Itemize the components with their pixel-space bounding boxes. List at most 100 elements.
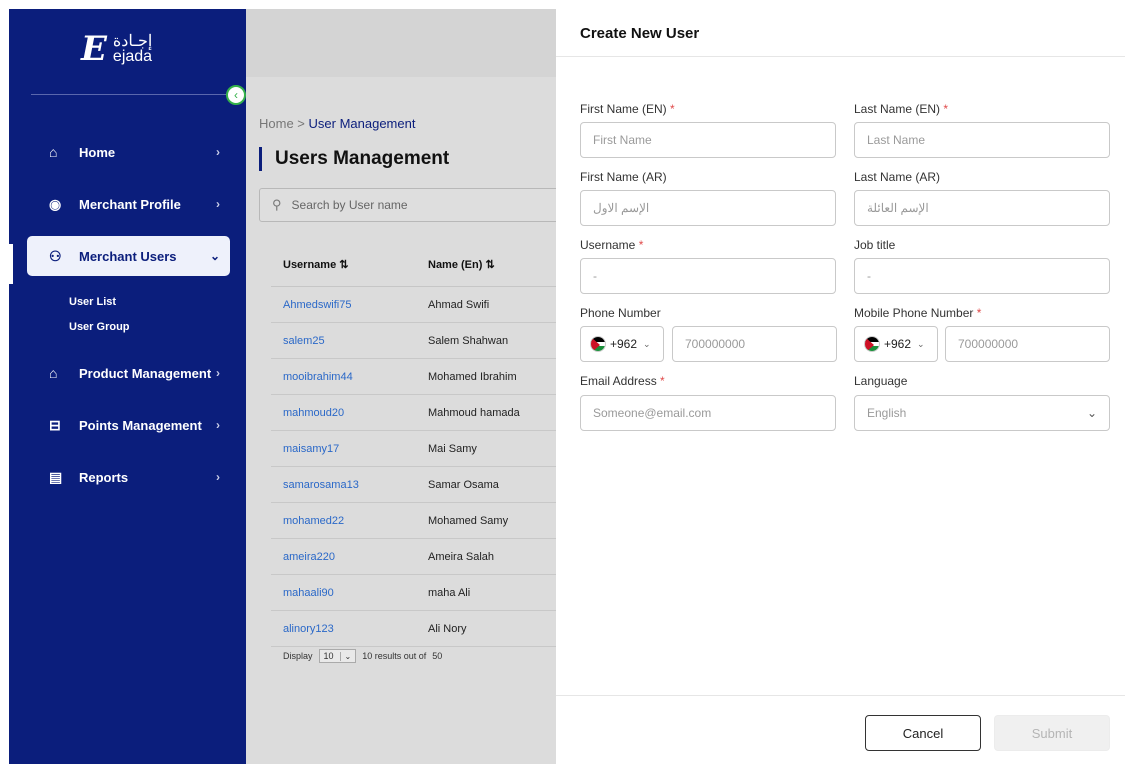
drawer-divider [556, 56, 1125, 57]
username-link[interactable]: mohamed22 [271, 515, 428, 527]
username-link[interactable]: Ahmedswifi75 [271, 299, 428, 311]
chevron-down-icon: ⌄ [643, 338, 651, 349]
first-name-ar-field[interactable]: الإسم الاول [580, 190, 836, 226]
last-name-en-label: Last Name (EN) * [854, 102, 949, 116]
username-label: Username * [580, 238, 644, 252]
phone-country-code-select[interactable]: +962 ⌄ [580, 326, 664, 362]
phone-number-label: Phone Number [580, 306, 661, 320]
sidebar-subitem-user-group[interactable]: User Group [69, 321, 130, 333]
email-label: Email Address * [580, 374, 665, 388]
table-row: Ahmedswifi75 Ahmad Swifi [271, 287, 556, 323]
required-marker: * [943, 102, 949, 116]
users-table: Username ⇅ Name (En) ⇅ Ahmedswifi75 Ahmad… [271, 242, 556, 647]
username-link[interactable]: mahmoud20 [271, 407, 428, 419]
language-label: Language [854, 374, 908, 388]
phone-country-code: +962 [610, 337, 638, 351]
name-cell: Ali Nory [428, 622, 467, 635]
table-row: maisamy17 Mai Samy [271, 431, 556, 467]
chevron-left-icon: ‹ [234, 88, 238, 102]
last-name-en-field[interactable]: Last Name [854, 122, 1110, 158]
username-link[interactable]: alinory123 [271, 623, 428, 635]
username-link[interactable]: maisamy17 [271, 443, 428, 455]
sidebar-item-product-management[interactable]: ⌂ Product Management › [27, 353, 230, 393]
language-value: English [867, 406, 907, 420]
phone-number-placeholder: 700000000 [685, 337, 746, 351]
pager-display-label: Display [283, 651, 313, 661]
sidebar-collapse-button[interactable]: ‹ [226, 85, 246, 105]
first-name-ar-label: First Name (AR) [580, 170, 667, 184]
mobile-country-code-select[interactable]: +962 ⌄ [854, 326, 938, 362]
required-marker: * [660, 374, 665, 388]
chevron-right-icon: › [216, 145, 220, 159]
drawer-title: Create New User [580, 25, 700, 42]
required-marker: * [638, 238, 644, 252]
chevron-down-icon: ⌄ [1086, 406, 1097, 420]
ejada-logo[interactable]: E إجـادة ejada [81, 29, 191, 69]
sidebar-item-points-management[interactable]: ⊟ Points Management › [27, 405, 230, 445]
search-input[interactable]: ⚲ Search by User name [259, 188, 556, 222]
top-bar [246, 9, 556, 77]
email-field[interactable]: Someone@email.com [580, 395, 836, 431]
username-link[interactable]: samarosama13 [271, 479, 428, 491]
logo-mark: E [81, 29, 107, 69]
mobile-number-field[interactable]: 700000000 [945, 326, 1110, 362]
page-size-select[interactable]: 10 ⌄ [318, 649, 357, 663]
language-select[interactable]: English ⌄ [854, 395, 1110, 431]
username-link[interactable]: mooibrahim44 [271, 371, 428, 383]
username-link[interactable]: ameira220 [271, 551, 428, 563]
sidebar-item-reports[interactable]: ▤ Reports › [27, 457, 230, 497]
sidebar-subitem-user-list[interactable]: User List [69, 296, 116, 308]
search-icon: ⚲ [272, 197, 282, 212]
job-title-field[interactable]: - [854, 258, 1110, 294]
sidebar-item-label: Reports [79, 469, 129, 485]
column-header-name-en[interactable]: Name (En) ⇅ [428, 258, 556, 271]
required-marker: * [976, 306, 982, 320]
table-row: mahmoud20 Mahmoud hamada [271, 395, 556, 431]
last-name-ar-placeholder: الإسم العائلة [867, 201, 929, 215]
last-name-en-placeholder: Last Name [867, 133, 926, 147]
table-row: samarosama13 Samar Osama [271, 467, 556, 503]
chevron-down-icon: ⌄ [209, 249, 220, 263]
table-header: Username ⇅ Name (En) ⇅ [271, 242, 556, 287]
last-name-ar-field[interactable]: الإسم العائلة [854, 190, 1110, 226]
table-row: alinory123 Ali Nory [271, 611, 556, 647]
first-name-en-label: First Name (EN) * [580, 102, 675, 116]
sidebar-item-home[interactable]: ⌂ Home › [27, 132, 230, 172]
mobile-number-label: Mobile Phone Number * [854, 306, 982, 320]
first-name-en-placeholder: First Name [593, 133, 652, 147]
name-cell: Salem Shahwan [428, 334, 509, 347]
name-cell: Ahmad Swifi [428, 298, 490, 311]
cancel-button[interactable]: Cancel [865, 715, 981, 751]
breadcrumb-separator: > [293, 116, 309, 131]
first-name-en-field[interactable]: First Name [580, 122, 836, 158]
breadcrumb-home[interactable]: Home [259, 116, 294, 131]
users-icon: ⚇ [49, 247, 62, 264]
pager-total: 50 [432, 651, 443, 661]
username-link[interactable]: salem25 [271, 335, 428, 347]
create-user-drawer: Create New User First Name (EN) * First … [556, 9, 1125, 764]
name-cell: Ameira Salah [428, 550, 495, 563]
sidebar-item-merchant-profile[interactable]: ◉ Merchant Profile › [27, 184, 230, 224]
job-title-label: Job title [854, 238, 896, 252]
page-size-value: 10 [323, 651, 334, 661]
username-field[interactable]: - [580, 258, 836, 294]
active-indicator [9, 244, 13, 284]
page-title: Users Management [259, 147, 449, 171]
table-row: ameira220 Ameira Salah [271, 539, 556, 575]
sidebar-divider [31, 94, 233, 95]
product-icon: ⌂ [49, 365, 58, 381]
chevron-right-icon: › [216, 418, 220, 432]
breadcrumb-current[interactable]: User Management [309, 116, 416, 131]
submit-button[interactable]: Submit [994, 715, 1110, 751]
table-row: mooibrahim44 Mohamed Ibrahim [271, 359, 556, 395]
username-link[interactable]: mahaali90 [271, 587, 428, 599]
last-name-ar-label: Last Name (AR) [854, 170, 941, 184]
chevron-down-icon: ⌄ [917, 338, 925, 349]
footer-divider [556, 695, 1125, 696]
column-header-username[interactable]: Username ⇅ [271, 258, 428, 271]
name-cell: Mohamed Ibrahim [428, 370, 517, 383]
phone-number-field[interactable]: 700000000 [672, 326, 837, 362]
sidebar-item-label: Product Management [79, 365, 212, 381]
sidebar-item-merchant-users[interactable]: ⚇ Merchant Users ⌄ [27, 236, 230, 276]
username-placeholder: - [593, 269, 597, 283]
